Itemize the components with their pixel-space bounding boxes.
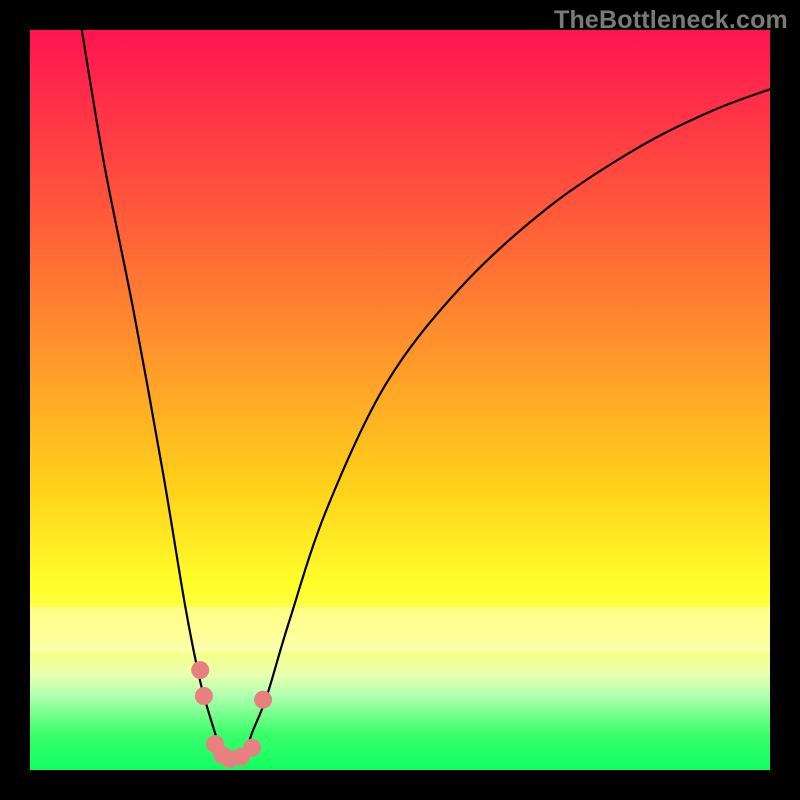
marker-dot: [243, 739, 261, 757]
marker-dot: [195, 687, 213, 705]
watermark-text: TheBottleneck.com: [554, 6, 788, 35]
marker-dot: [254, 691, 272, 709]
curve-layer: [30, 30, 770, 770]
marker-dot: [191, 661, 209, 679]
chart-frame: TheBottleneck.com: [0, 0, 800, 800]
bottleneck-curve: [82, 30, 770, 764]
plot-area: [30, 30, 770, 770]
